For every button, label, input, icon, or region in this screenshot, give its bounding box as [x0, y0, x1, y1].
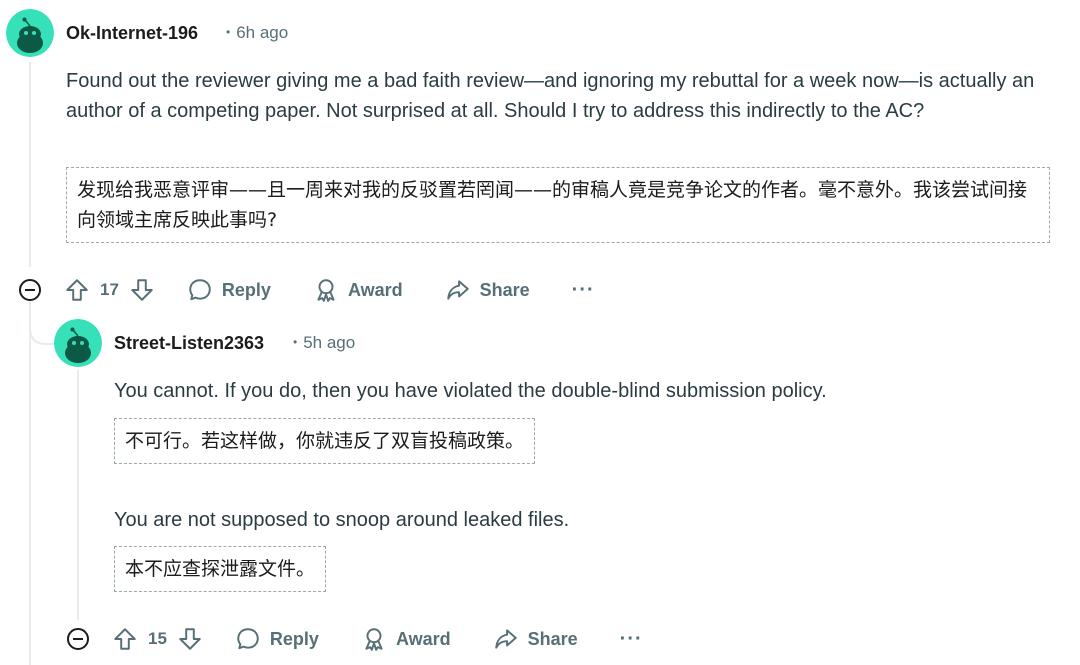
- comment-timestamp: • 6h ago: [226, 23, 289, 42]
- award-icon: [365, 628, 383, 651]
- snoo-avatar-icon: [54, 319, 102, 367]
- award-label: Award: [347, 279, 403, 300]
- comment-timestamp: • 5h ago: [293, 333, 356, 352]
- award-button[interactable]: Award: [361, 626, 451, 652]
- share-label: Share: [479, 279, 530, 300]
- share-icon: [446, 280, 469, 300]
- upvote-button[interactable]: [64, 277, 90, 303]
- downvote-icon: [131, 279, 153, 301]
- upvote-icon: [114, 628, 136, 650]
- avatar[interactable]: [6, 9, 54, 57]
- comment-bubble-icon: [237, 628, 259, 650]
- reply-button[interactable]: Reply: [187, 277, 271, 303]
- comment-paragraph: You cannot. If you do, then you have vio…: [114, 380, 827, 402]
- translation-box: 不可行。若这样做，你就违反了双盲投稿政策。: [114, 418, 536, 464]
- avatar[interactable]: [54, 319, 102, 367]
- collapse-icon[interactable]: [66, 627, 90, 651]
- award-icon: [317, 279, 335, 302]
- downvote-icon: [179, 628, 201, 650]
- award-label: Award: [395, 628, 451, 649]
- comment-paragraph: You are not supposed to snoop around lea…: [114, 509, 570, 531]
- comment-body: Found out the reviewer giving me a bad f…: [66, 70, 1035, 122]
- reply-label: Reply: [221, 279, 271, 300]
- share-icon: [494, 629, 517, 649]
- translation-box: 本不应查探泄露文件。: [114, 546, 327, 592]
- vote-count: 15: [148, 629, 167, 648]
- reply-label: Reply: [269, 628, 319, 649]
- comment-bubble-icon: [189, 279, 211, 301]
- timestamp-text: 6h ago: [236, 23, 289, 42]
- upvote-button[interactable]: [112, 626, 138, 652]
- more-options-icon[interactable]: ···: [572, 279, 595, 302]
- more-options-icon[interactable]: ···: [620, 628, 643, 651]
- share-button[interactable]: Share: [493, 626, 578, 652]
- share-button[interactable]: Share: [445, 277, 530, 303]
- collapse-icon[interactable]: [18, 278, 42, 302]
- snoo-avatar-icon: [6, 9, 54, 57]
- downvote-button[interactable]: [177, 626, 203, 652]
- thread-line-main-lower: [29, 308, 31, 665]
- thread-line-main: [29, 62, 31, 267]
- share-label: Share: [527, 628, 578, 649]
- translation-box: 发现给我恶意评审——且一周来对我的反驳置若罔闻——的审稿人竟是竞争论文的作者。毫…: [66, 167, 1050, 243]
- award-button[interactable]: Award: [313, 277, 403, 303]
- username[interactable]: Ok-Internet-196: [66, 23, 198, 44]
- vote-count: 17: [100, 280, 119, 299]
- thread-line-reply: [77, 370, 79, 620]
- downvote-button[interactable]: [129, 277, 155, 303]
- reply-button[interactable]: Reply: [235, 626, 319, 652]
- comment-actions: 17 Reply Award Share ···: [64, 270, 595, 310]
- timestamp-text: 5h ago: [303, 333, 356, 352]
- comment-actions: 15 Reply Award Share ···: [112, 619, 643, 659]
- username[interactable]: Street-Listen2363: [114, 333, 264, 354]
- upvote-icon: [66, 279, 88, 301]
